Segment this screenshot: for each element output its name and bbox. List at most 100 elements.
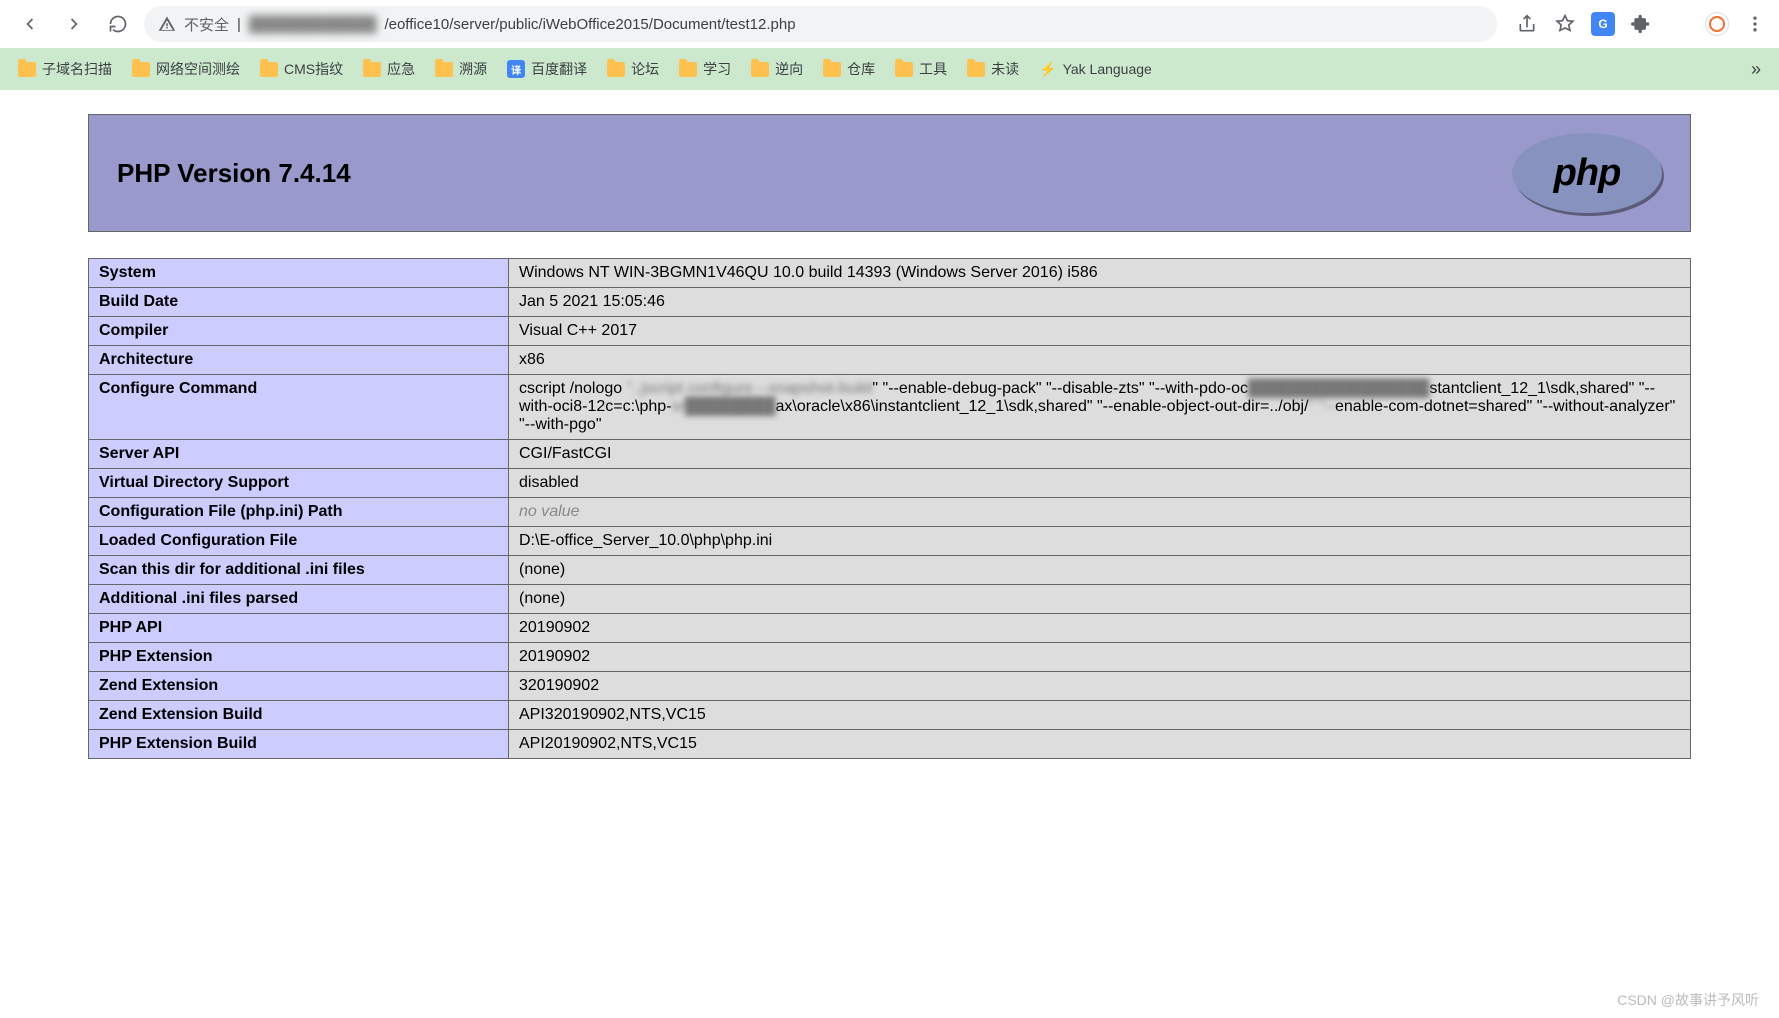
phpinfo-key: Scan this dir for additional .ini files	[89, 556, 509, 585]
page-content: PHP Version 7.4.14 php SystemWindows NT …	[0, 90, 1779, 799]
phpinfo-value: 20190902	[509, 614, 1691, 643]
folder-icon	[679, 62, 697, 77]
back-button[interactable]	[12, 6, 48, 42]
table-row: PHP Extension20190902	[89, 643, 1691, 672]
bookmark-item[interactable]: CMS指纹	[252, 55, 351, 83]
bookmark-item[interactable]: 应急	[355, 55, 423, 83]
yak-icon: ⚡	[1039, 61, 1056, 78]
folder-icon	[132, 62, 150, 77]
phpinfo-header: PHP Version 7.4.14 php	[88, 114, 1691, 232]
php-logo: php	[1512, 133, 1662, 213]
share-icon[interactable]	[1515, 12, 1539, 36]
phpinfo-key: Compiler	[89, 317, 509, 346]
phpinfo-key: Zend Extension	[89, 672, 509, 701]
phpinfo-value: API20190902,NTS,VC15	[509, 730, 1691, 759]
bookmark-label: 网络空间测绘	[156, 59, 240, 79]
profile-icon[interactable]	[1705, 12, 1729, 36]
folder-icon	[967, 62, 985, 77]
bookmark-label: 未读	[991, 59, 1019, 79]
phpinfo-key: Loaded Configuration File	[89, 527, 509, 556]
bookmark-item[interactable]: 逆向	[743, 55, 811, 83]
forward-button[interactable]	[56, 6, 92, 42]
table-row: CompilerVisual C++ 2017	[89, 317, 1691, 346]
table-row: PHP Extension BuildAPI20190902,NTS,VC15	[89, 730, 1691, 759]
phpinfo-value: cscript /nologo "..jscript configure --s…	[509, 375, 1691, 440]
folder-icon	[260, 62, 278, 77]
reload-button[interactable]	[100, 6, 136, 42]
bookmark-label: 子域名扫描	[42, 59, 112, 79]
bookmark-label: 逆向	[775, 59, 803, 79]
table-row: Zend Extension320190902	[89, 672, 1691, 701]
phpinfo-key: Additional .ini files parsed	[89, 585, 509, 614]
phpinfo-value: Jan 5 2021 15:05:46	[509, 288, 1691, 317]
table-row: Additional .ini files parsed(none)	[89, 585, 1691, 614]
folder-icon	[607, 62, 625, 77]
url-separator: |	[237, 16, 241, 33]
panel-icon[interactable]	[1667, 12, 1691, 36]
browser-toolbar-icons: G	[1515, 12, 1767, 36]
bookmark-label: 论坛	[631, 59, 659, 79]
bookmark-label: CMS指纹	[284, 59, 343, 79]
folder-icon	[823, 62, 841, 77]
bookmark-item[interactable]: 子域名扫描	[10, 55, 120, 83]
bookmark-item[interactable]: 译百度翻译	[499, 55, 595, 83]
phpinfo-key: PHP API	[89, 614, 509, 643]
bookmark-star-icon[interactable]	[1553, 12, 1577, 36]
bookmark-item[interactable]: ⚡ Yak Language	[1031, 57, 1160, 82]
phpinfo-value: Windows NT WIN-3BGMN1V46QU 10.0 build 14…	[509, 259, 1691, 288]
table-row: SystemWindows NT WIN-3BGMN1V46QU 10.0 bu…	[89, 259, 1691, 288]
address-bar[interactable]: 不安全 | ████████████ /eoffice10/server/pub…	[144, 6, 1497, 42]
bookmark-label: 应急	[387, 59, 415, 79]
php-logo-text: php	[1554, 152, 1621, 195]
table-row: Zend Extension BuildAPI320190902,NTS,VC1…	[89, 701, 1691, 730]
table-row: Architecturex86	[89, 346, 1691, 375]
table-row: Configure Commandcscript /nologo "..jscr…	[89, 375, 1691, 440]
folder-icon	[435, 62, 453, 77]
phpinfo-value: no value	[509, 498, 1691, 527]
table-row: PHP API20190902	[89, 614, 1691, 643]
phpinfo-key: Build Date	[89, 288, 509, 317]
folder-icon	[363, 62, 381, 77]
bookmark-label: Yak Language	[1063, 61, 1152, 77]
bookmark-item[interactable]: 溯源	[427, 55, 495, 83]
bookmark-item[interactable]: 网络空间测绘	[124, 55, 248, 83]
phpinfo-key: Configuration File (php.ini) Path	[89, 498, 509, 527]
phpinfo-value: 320190902	[509, 672, 1691, 701]
google-translate-icon[interactable]: G	[1591, 12, 1615, 36]
phpinfo-key: Virtual Directory Support	[89, 469, 509, 498]
bookmark-item[interactable]: 仓库	[815, 55, 883, 83]
folder-icon	[18, 62, 36, 77]
phpinfo-key: Architecture	[89, 346, 509, 375]
bookmark-label: 溯源	[459, 59, 487, 79]
bookmark-label: 百度翻译	[531, 59, 587, 79]
table-row: Server APICGI/FastCGI	[89, 440, 1691, 469]
phpinfo-key: PHP Extension Build	[89, 730, 509, 759]
bookmark-label: 仓库	[847, 59, 875, 79]
phpinfo-value: (none)	[509, 556, 1691, 585]
phpinfo-key: Zend Extension Build	[89, 701, 509, 730]
phpinfo-value: D:\E-office_Server_10.0\php\php.ini	[509, 527, 1691, 556]
bookmark-item[interactable]: 学习	[671, 55, 739, 83]
folder-icon	[895, 62, 913, 77]
table-row: Loaded Configuration FileD:\E-office_Ser…	[89, 527, 1691, 556]
phpinfo-table: SystemWindows NT WIN-3BGMN1V46QU 10.0 bu…	[88, 258, 1691, 759]
bookmarks-bar: 子域名扫描网络空间测绘CMS指纹应急溯源译百度翻译论坛学习逆向仓库工具未读⚡Ya…	[0, 48, 1779, 90]
insecure-label: 不安全	[184, 14, 229, 35]
insecure-warning-icon	[158, 15, 176, 33]
browser-menu-icon[interactable]	[1743, 12, 1767, 36]
phpinfo-key: Server API	[89, 440, 509, 469]
table-row: Scan this dir for additional .ini files(…	[89, 556, 1691, 585]
bookmarks-overflow-button[interactable]: »	[1743, 59, 1769, 80]
phpinfo-value: API320190902,NTS,VC15	[509, 701, 1691, 730]
bookmark-item[interactable]: 论坛	[599, 55, 667, 83]
phpinfo-value: CGI/FastCGI	[509, 440, 1691, 469]
phpinfo-key: System	[89, 259, 509, 288]
bookmark-item[interactable]: 未读	[959, 55, 1027, 83]
browser-navigation-bar: 不安全 | ████████████ /eoffice10/server/pub…	[0, 0, 1779, 48]
table-row: Configuration File (php.ini) Pathno valu…	[89, 498, 1691, 527]
bookmark-item[interactable]: 工具	[887, 55, 955, 83]
translate-icon: 译	[507, 60, 525, 78]
url-host-blurred: ████████████	[249, 16, 377, 33]
extensions-icon[interactable]	[1629, 12, 1653, 36]
url-path: /eoffice10/server/public/iWebOffice2015/…	[384, 16, 795, 33]
